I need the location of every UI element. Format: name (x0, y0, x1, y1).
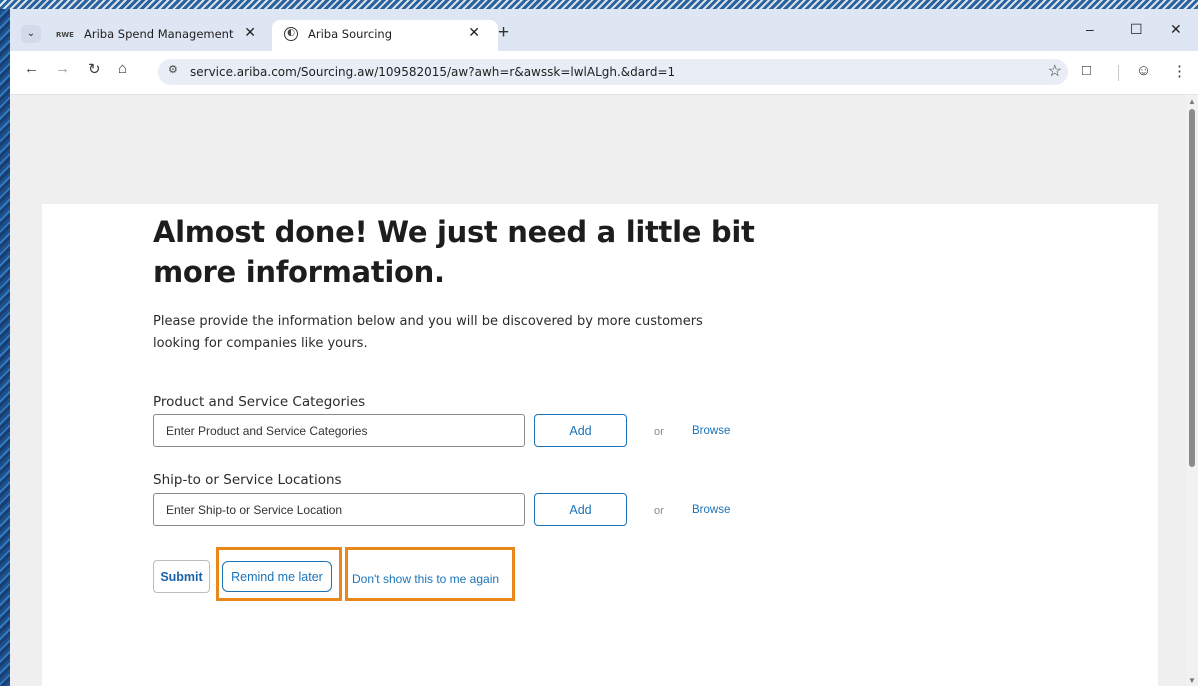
scroll-up-icon[interactable]: ▲ (1188, 97, 1196, 106)
site-info-icon[interactable]: ⚙ (168, 63, 178, 76)
tab-ariba-spend-management[interactable]: RWE Ariba Spend Management ✕ (48, 20, 274, 51)
tab-title: Ariba Spend Management (84, 27, 234, 41)
browser-toolbar: ← → ↻ ⌂ ⚙ service.ariba.com/Sourcing.aw/… (10, 51, 1198, 95)
browse-categories-link[interactable]: Browse (692, 425, 730, 437)
browse-locations-link[interactable]: Browse (692, 504, 730, 516)
desktop-background (0, 0, 10, 686)
bookmark-star-icon[interactable]: ☆ (1048, 61, 1062, 81)
remind-me-later-button[interactable]: Remind me later (222, 561, 332, 592)
close-tab-icon[interactable]: ✕ (468, 25, 480, 41)
browser-window: ⌄ RWE Ariba Spend Management ✕ ◐ Ariba S… (10, 9, 1198, 686)
or-text: or (654, 505, 664, 517)
close-tab-icon[interactable]: ✕ (244, 25, 256, 41)
add-category-button[interactable]: Add (534, 414, 627, 447)
new-tab-icon[interactable]: + (498, 22, 509, 44)
maximize-icon[interactable]: ☐ (1130, 21, 1143, 38)
submit-button[interactable]: Submit (153, 560, 210, 593)
home-icon[interactable]: ⌂ (118, 60, 127, 77)
close-window-icon[interactable]: ✕ (1170, 21, 1182, 38)
tab-title: Ariba Sourcing (308, 27, 392, 41)
tab-search-chevron-icon[interactable]: ⌄ (21, 25, 41, 43)
scrollbar[interactable]: ▲ ▼ (1186, 95, 1198, 686)
extensions-icon[interactable]: □ (1082, 62, 1091, 79)
reload-icon[interactable]: ↻ (88, 60, 101, 78)
toolbar-divider (1118, 65, 1119, 81)
or-text: or (654, 426, 664, 438)
locations-label: Ship-to or Service Locations (153, 472, 342, 488)
info-card: Almost done! We just need a little bit m… (42, 204, 1158, 686)
rwe-favicon-icon: RWE (56, 31, 74, 39)
categories-label: Product and Service Categories (153, 394, 366, 410)
locations-input[interactable] (153, 493, 525, 526)
add-location-button[interactable]: Add (534, 493, 627, 526)
tab-ariba-sourcing[interactable]: ◐ Ariba Sourcing ✕ (272, 20, 498, 51)
forward-icon[interactable]: → (55, 60, 70, 77)
desktop-background-top (0, 0, 1198, 9)
back-icon[interactable]: ← (24, 60, 39, 77)
tab-strip: ⌄ RWE Ariba Spend Management ✕ ◐ Ariba S… (10, 9, 1198, 51)
intro-text: Please provide the information below and… (153, 314, 703, 351)
page-viewport: Almost done! We just need a little bit m… (10, 95, 1198, 686)
dont-show-again-link[interactable]: Don't show this to me again (352, 572, 499, 586)
minimize-icon[interactable]: – (1086, 21, 1094, 37)
page-title: Almost done! We just need a little bit m… (153, 215, 755, 289)
menu-kebab-icon[interactable]: ⋮ (1172, 62, 1187, 80)
address-bar[interactable]: ⚙ service.ariba.com/Sourcing.aw/10958201… (158, 59, 1068, 85)
scroll-down-icon[interactable]: ▼ (1188, 676, 1196, 685)
scrollbar-thumb[interactable] (1189, 109, 1195, 467)
url-text: service.ariba.com/Sourcing.aw/109582015/… (190, 65, 676, 79)
categories-input[interactable] (153, 414, 525, 447)
globe-icon: ◐ (284, 27, 298, 41)
profile-icon[interactable]: ☺ (1136, 62, 1151, 79)
